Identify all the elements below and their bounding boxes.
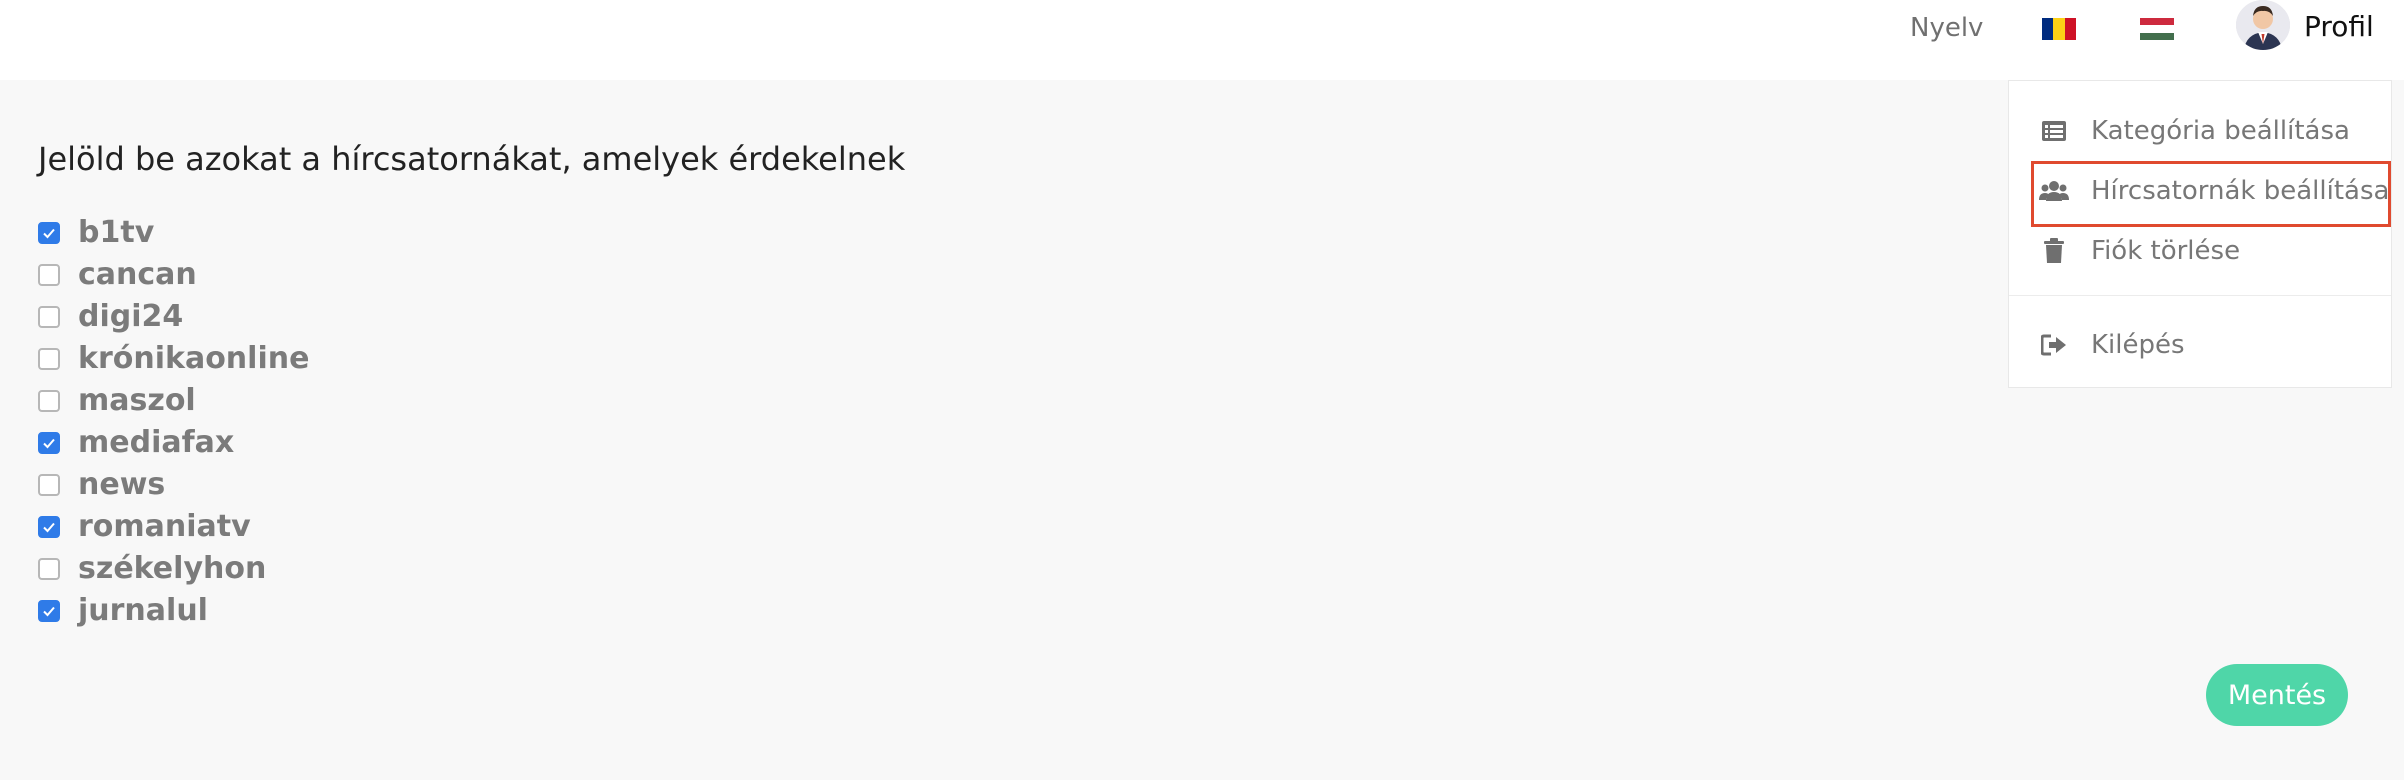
save-button[interactable]: Mentés (2206, 664, 2348, 726)
channel-checkbox[interactable] (38, 222, 60, 244)
channel-list: b1tv cancan digi24 krónikaonline maszol … (38, 212, 309, 632)
menu-item-channel-settings[interactable]: Hírcsatornák beállítása (2009, 163, 2391, 219)
channel-item: krónikaonline (38, 338, 309, 380)
channel-checkbox[interactable] (38, 600, 60, 622)
menu-divider (2009, 295, 2391, 296)
channel-checkbox[interactable] (38, 474, 60, 496)
channel-checkbox[interactable] (38, 306, 60, 328)
channel-label[interactable]: mediafax (78, 426, 234, 460)
menu-item-label: Hírcsatornák beállítása (2091, 176, 2390, 206)
channel-label[interactable]: krónikaonline (78, 342, 309, 376)
channel-checkbox[interactable] (38, 516, 60, 538)
list-icon (2039, 116, 2069, 146)
channel-label[interactable]: b1tv (78, 216, 154, 250)
avatar[interactable] (2236, 0, 2290, 50)
users-icon (2039, 176, 2069, 206)
menu-item-label: Fiók törlése (2091, 236, 2241, 266)
channel-label[interactable]: jurnalul (78, 594, 208, 628)
hungarian-flag-icon[interactable] (2140, 18, 2174, 40)
channel-item: digi24 (38, 296, 309, 338)
romanian-flag-icon[interactable] (2042, 18, 2076, 40)
language-label[interactable]: Nyelv (1910, 12, 1983, 44)
channel-label[interactable]: székelyhon (78, 552, 266, 586)
channel-item: romaniatv (38, 506, 309, 548)
channel-item: b1tv (38, 212, 309, 254)
channel-checkbox[interactable] (38, 264, 60, 286)
channel-checkbox[interactable] (38, 558, 60, 580)
channel-item: maszol (38, 380, 309, 422)
menu-item-label: Kilépés (2091, 330, 2185, 360)
profile-dropdown-menu: Kategória beállítása Hírcsatornák beállí… (2008, 80, 2392, 388)
channel-item: székelyhon (38, 548, 309, 590)
logout-icon (2039, 330, 2069, 360)
page-heading: Jelöld be azokat a hírcsatornákat, amely… (38, 140, 906, 178)
channel-item: cancan (38, 254, 309, 296)
channel-item: jurnalul (38, 590, 309, 632)
profile-menu-toggle[interactable]: Profil (2304, 10, 2374, 44)
menu-item-delete-account[interactable]: Fiók törlése (2009, 223, 2391, 279)
channel-item: mediafax (38, 422, 309, 464)
channel-label[interactable]: digi24 (78, 300, 183, 334)
channel-label[interactable]: maszol (78, 384, 196, 418)
channel-item: news (38, 464, 309, 506)
top-navbar: Nyelv Profil (0, 0, 2404, 80)
channel-checkbox[interactable] (38, 390, 60, 412)
channel-label[interactable]: romaniatv (78, 510, 251, 544)
menu-item-logout[interactable]: Kilépés (2009, 317, 2391, 373)
channel-label[interactable]: news (78, 468, 165, 502)
menu-item-category-settings[interactable]: Kategória beállítása (2009, 103, 2391, 159)
menu-item-label: Kategória beállítása (2091, 116, 2350, 146)
channel-checkbox[interactable] (38, 432, 60, 454)
channel-label[interactable]: cancan (78, 258, 197, 292)
channel-checkbox[interactable] (38, 348, 60, 370)
trash-icon (2039, 236, 2069, 266)
